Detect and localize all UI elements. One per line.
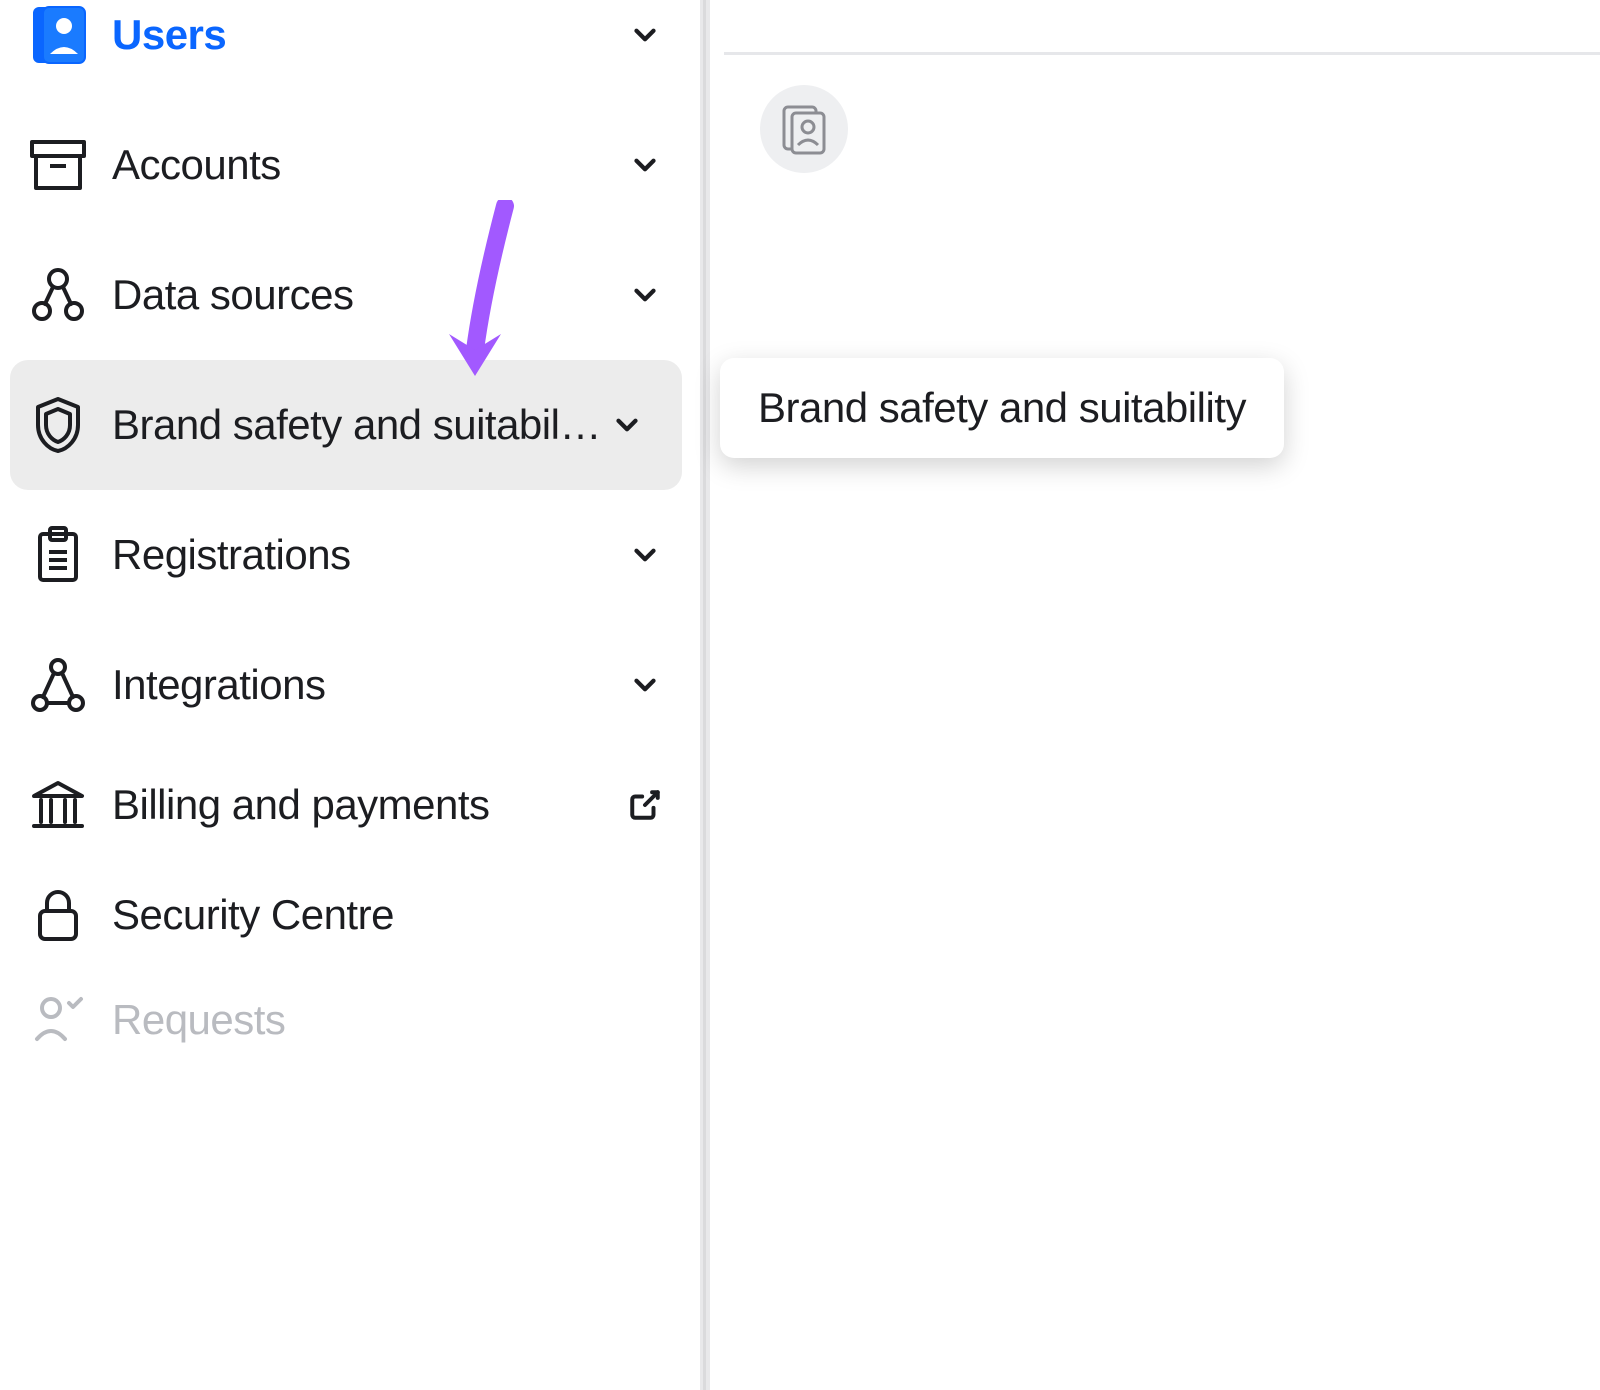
entity-chip[interactable] [760,85,848,173]
chevron-down-icon [620,140,670,190]
integrations-icon [28,655,88,715]
chevron-down-icon [620,270,670,320]
sidebar: Users Accounts Dat [0,0,700,1390]
users-icon [28,5,88,65]
sidebar-item-label: Data sources [112,271,620,319]
chevron-down-icon [620,660,670,710]
spacer [620,995,670,1045]
data-sources-icon [28,265,88,325]
vertical-divider [700,0,710,1390]
sidebar-item-label: Brand safety and suitabil… [112,401,602,449]
chevron-down-icon [620,530,670,580]
external-link-icon [620,780,670,830]
sidebar-item-label: Billing and payments [112,781,620,829]
bank-icon [28,775,88,835]
archive-icon [28,135,88,195]
chevron-down-icon [602,400,652,450]
spacer [620,890,670,940]
sidebar-item-registrations[interactable]: Registrations [0,490,700,620]
lock-icon [28,885,88,945]
sidebar-item-requests[interactable]: Requests [0,970,700,1070]
sidebar-item-billing[interactable]: Billing and payments [0,750,700,860]
sidebar-item-label: Security Centre [112,891,620,939]
sidebar-item-data-sources[interactable]: Data sources [0,230,700,360]
sidebar-item-users[interactable]: Users [0,0,700,100]
tooltip-brand-safety: Brand safety and suitability [720,358,1284,458]
sidebar-item-label: Accounts [112,141,620,189]
sidebar-item-brand-safety[interactable]: Brand safety and suitabil… [10,360,682,490]
id-card-icon [780,103,828,155]
sidebar-item-accounts[interactable]: Accounts [0,100,700,230]
sidebar-item-integrations[interactable]: Integrations [0,620,700,750]
sidebar-item-label: Users [112,11,620,59]
horizontal-divider [724,52,1600,55]
tooltip-text: Brand safety and suitability [758,384,1246,431]
clipboard-icon [28,525,88,585]
requests-icon [28,990,88,1050]
sidebar-item-label: Integrations [112,661,620,709]
chevron-down-icon [620,10,670,60]
sidebar-item-security-centre[interactable]: Security Centre [0,860,700,970]
shield-icon [28,395,88,455]
sidebar-item-label: Registrations [112,531,620,579]
sidebar-item-label: Requests [112,996,620,1044]
